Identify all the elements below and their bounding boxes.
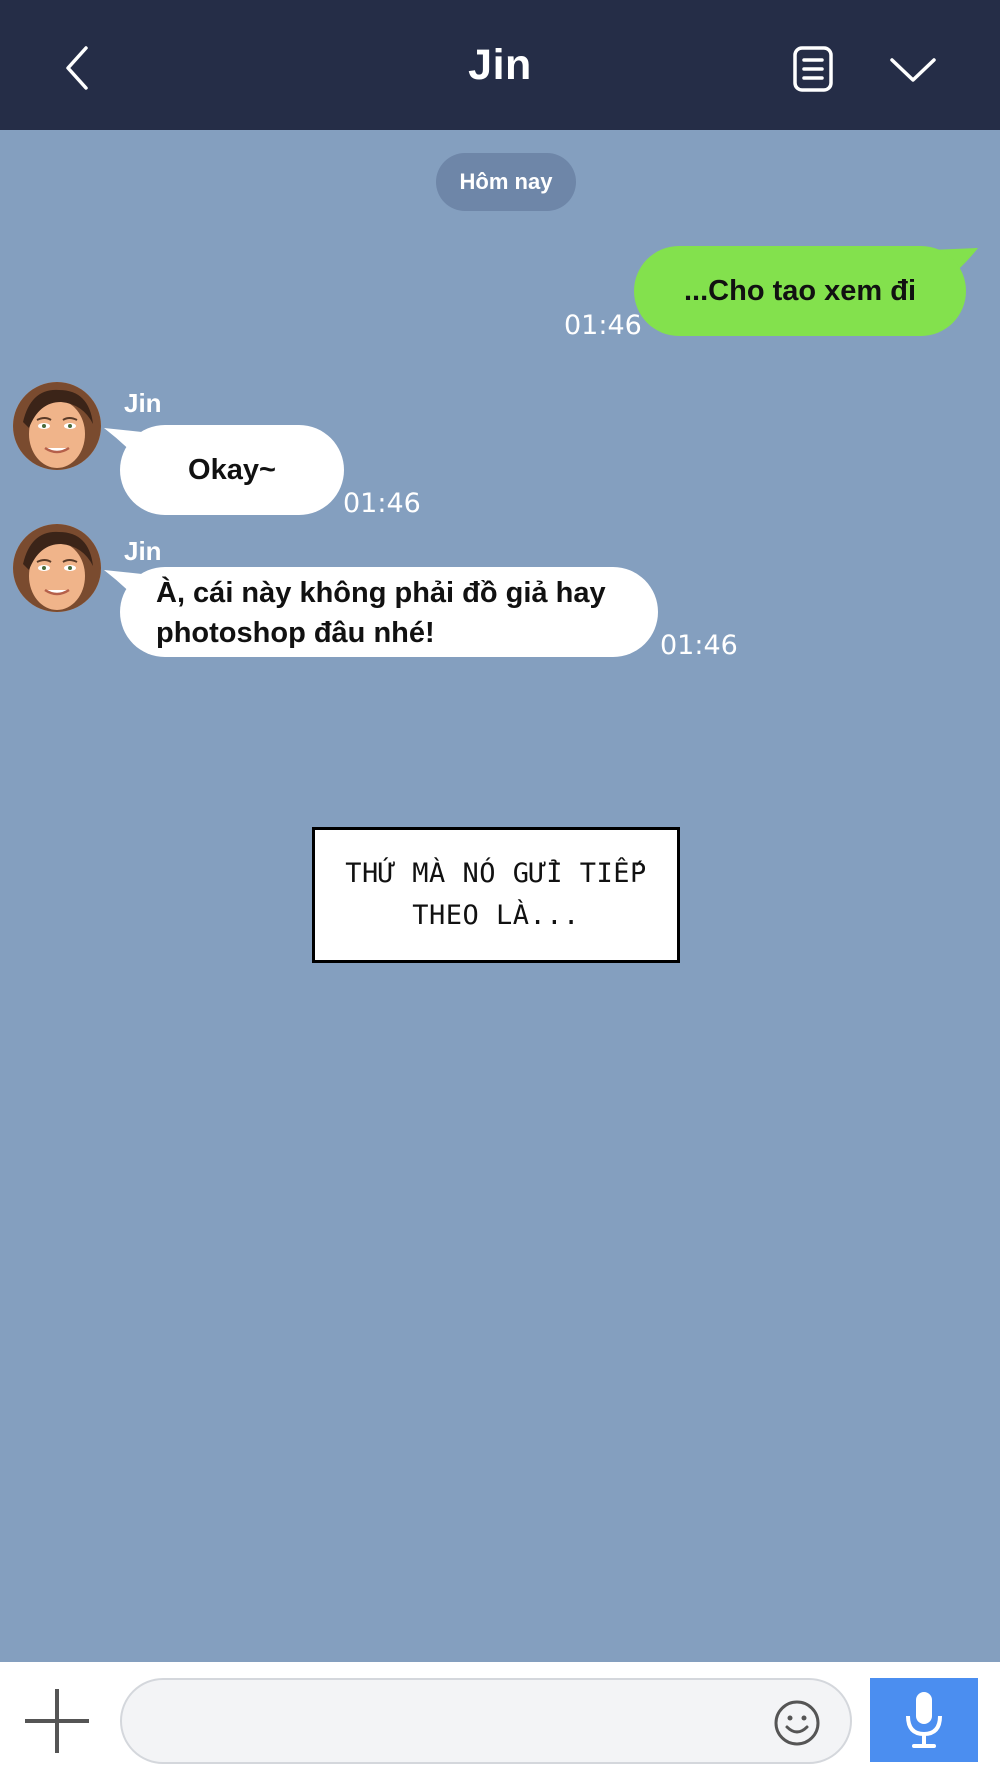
message-time: 01:46 bbox=[660, 630, 738, 661]
message-time: 01:46 bbox=[343, 488, 421, 519]
date-separator: Hôm nay bbox=[436, 153, 576, 211]
avatar-face-icon bbox=[13, 382, 101, 470]
chevron-down-icon bbox=[890, 58, 936, 82]
their-message-bubble[interactable]: Okay~ bbox=[120, 425, 344, 515]
avatar[interactable] bbox=[13, 524, 101, 612]
message-input[interactable] bbox=[120, 1678, 852, 1764]
back-button[interactable] bbox=[52, 40, 108, 96]
their-message-bubble[interactable]: À, cái này không phải đồ giả hay photosh… bbox=[120, 567, 658, 657]
emoji-button[interactable] bbox=[772, 1698, 822, 1748]
avatar[interactable] bbox=[13, 382, 101, 470]
back-chevron-icon bbox=[66, 46, 88, 90]
plus-icon bbox=[25, 1689, 89, 1753]
add-attachment-button[interactable] bbox=[22, 1686, 92, 1756]
notes-button[interactable] bbox=[786, 42, 842, 98]
emoji-icon bbox=[774, 1700, 820, 1746]
chat-header: Jin bbox=[0, 0, 1000, 130]
my-message-bubble[interactable]: ...Cho tao xem đi bbox=[634, 246, 966, 336]
message-text: ...Cho tao xem đi bbox=[683, 275, 917, 307]
sender-name: Jin bbox=[124, 536, 162, 566]
message-text: Okay~ bbox=[188, 454, 276, 486]
chat-title: Jin bbox=[468, 41, 532, 89]
notes-icon bbox=[793, 46, 833, 92]
message-text-line: photoshop đâu nhé! bbox=[156, 617, 435, 649]
sender-name: Jin bbox=[124, 388, 162, 418]
message-text-line: À, cái này không phải đồ giả hay bbox=[156, 577, 606, 609]
microphone-icon bbox=[906, 1692, 942, 1748]
narration-caption: THỨ MÀ NÓ GỬI TIẾP THEO LÀ... bbox=[312, 827, 680, 963]
dropdown-button[interactable] bbox=[880, 42, 946, 98]
avatar-face-icon bbox=[13, 524, 101, 612]
voice-record-button[interactable] bbox=[870, 1678, 978, 1762]
caption-line: THỨ MÀ NÓ GỬI TIẾP bbox=[345, 858, 647, 889]
message-time: 01:46 bbox=[564, 310, 642, 341]
caption-line: THEO LÀ... bbox=[412, 900, 580, 931]
